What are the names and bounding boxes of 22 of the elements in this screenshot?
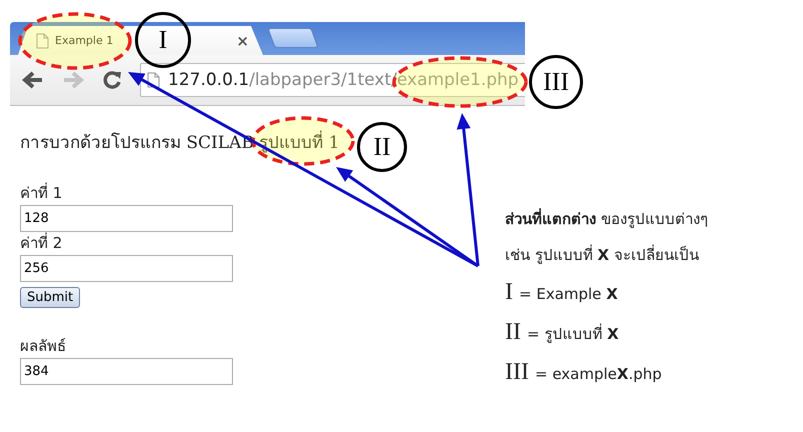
- roman-numeral: II: [505, 318, 521, 347]
- result-field[interactable]: 384: [20, 358, 233, 385]
- document-icon: [36, 32, 49, 48]
- legend-text: เช่น รูปแบบที่ X จะเปลี่ยนเป็น: [505, 244, 700, 266]
- close-tab-button[interactable]: ×: [236, 32, 249, 50]
- legend-text: ส่วนที่แตกต่าง ของรูปแบบต่างๆ: [505, 207, 708, 230]
- submit-button[interactable]: Submit: [20, 287, 80, 308]
- roman-numeral: I: [505, 278, 513, 307]
- input-field[interactable]: 256: [20, 255, 233, 282]
- callout-label: III: [529, 55, 583, 109]
- legend-text: = exampleX.php: [534, 364, 662, 385]
- legend-text: = Example X: [519, 284, 618, 305]
- callout-label: II: [357, 122, 407, 172]
- roman-numeral: III: [505, 358, 529, 387]
- callout-label: I: [135, 12, 191, 68]
- legend-text: = รูปแบบที่ X: [526, 322, 619, 345]
- input-field[interactable]: 128: [20, 205, 233, 232]
- reload-icon[interactable]: [102, 70, 122, 90]
- field-label: ค่าที่ 2: [20, 233, 62, 253]
- field-label: ค่าที่ 1: [20, 183, 62, 203]
- back-icon[interactable]: [22, 71, 44, 89]
- result-label: ผลลัพธ์: [20, 336, 66, 356]
